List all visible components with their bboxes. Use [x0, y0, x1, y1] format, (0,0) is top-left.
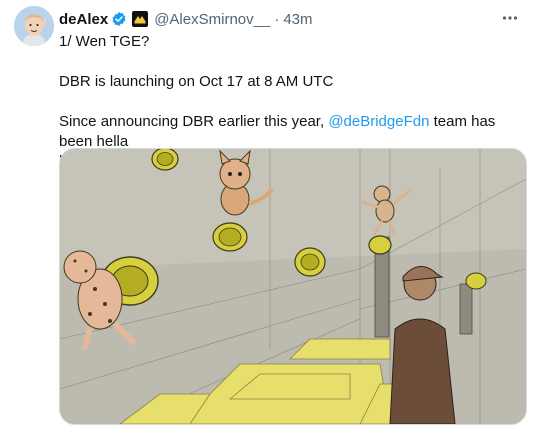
tweet[interactable]: deAlex @AlexSmirnov__ · 43m 1/ Wen TGE?: [0, 0, 534, 425]
verified-badge-icon[interactable]: [111, 11, 127, 27]
more-options-icon[interactable]: [500, 8, 520, 28]
handle[interactable]: @AlexSmirnov__: [154, 11, 270, 28]
tweet-header: deAlex @AlexSmirnov__ · 43m: [59, 9, 534, 29]
avatar[interactable]: [14, 6, 54, 46]
timestamp[interactable]: 43m: [283, 11, 312, 28]
tweet-media-image[interactable]: [59, 148, 527, 425]
avatar-illustration: [14, 6, 54, 46]
tweet-line-1: 1/ Wen TGE?: [59, 33, 150, 50]
tweet-line-2: DBR is launching on Oct 17 at 8 AM UTC: [59, 73, 334, 90]
separator-dot: ·: [274, 10, 280, 28]
display-name[interactable]: deAlex: [59, 11, 108, 28]
affiliate-logo-icon[interactable]: [132, 11, 149, 27]
tweet-line-3: Since announcing DBR earlier this year, …: [59, 112, 519, 152]
mention-link[interactable]: @deBridgeFdn: [328, 113, 429, 130]
tweet-line-3-start: Since announcing DBR earlier this year,: [59, 113, 329, 130]
illustration-coins-characters: [60, 149, 526, 424]
